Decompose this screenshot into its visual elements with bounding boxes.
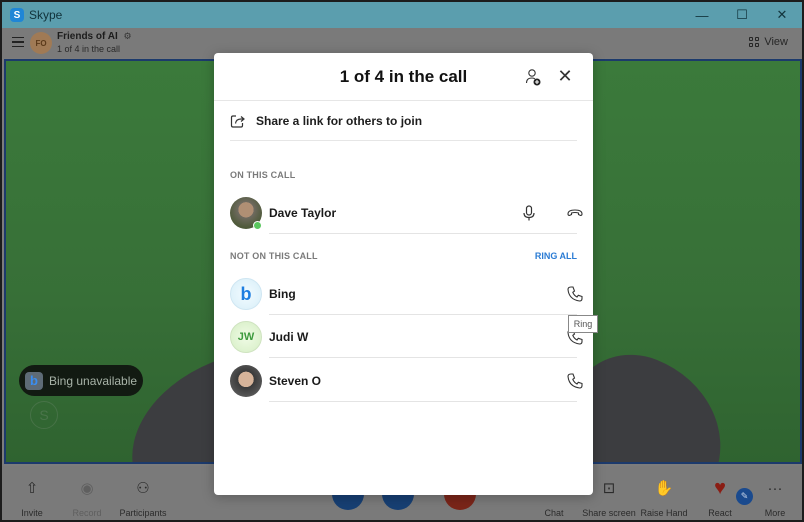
share-up-icon: ⇧ [25,480,39,497]
group-name-text: Friends of AI [57,31,118,42]
bing-icon: b [25,371,43,390]
on-call-header: ON THIS CALL [230,170,296,180]
avatar [230,365,262,397]
dialog-header: 1 of 4 in the call ✕ [214,53,593,101]
participant-name: Dave Taylor [269,206,337,220]
raise-hand-label: Raise Hand [640,508,688,518]
close-window-button[interactable]: ✕ [762,2,802,28]
react-label: React [708,508,732,518]
microphone-icon[interactable] [520,204,538,222]
participant-row[interactable]: b Bing [230,278,583,322]
participants-dialog: 1 of 4 in the call ✕ Share a link for ot… [214,53,593,495]
skype-watermark-icon: S [30,401,58,429]
menu-icon[interactable] [12,37,24,47]
participant-row[interactable]: Dave Taylor [230,197,583,241]
avatar: JW [230,321,262,353]
divider [269,401,577,402]
participant-name: Bing [269,287,296,301]
not-on-call-header: NOT ON THIS CALL [230,251,318,261]
title-bar: S Skype — ☐ ✕ [2,2,802,28]
participant-row[interactable]: JW Judi W [230,321,583,365]
group-name[interactable]: Friends of AI ⚙ [57,31,132,42]
hand-icon: ✋ [654,480,674,497]
divider [269,357,577,358]
group-avatar[interactable]: FO [30,32,52,54]
participant-name: Steven O [269,374,322,388]
share-link-label: Share a link for others to join [256,114,423,128]
close-dialog-button[interactable]: ✕ [555,66,575,86]
participants-button[interactable]: ⚇ Participants [119,466,167,520]
record-icon: ◉ [80,480,94,497]
invite-button[interactable]: ⇧ Invite [16,466,48,520]
phone-icon[interactable] [566,372,584,390]
app-title: Skype [29,8,63,22]
invite-label: Invite [21,508,43,518]
minimize-button[interactable]: — [682,2,722,28]
edit-reaction-icon[interactable]: ✎ [736,488,753,505]
participant-name: Judi W [269,330,309,344]
more-icon: ··· [767,479,783,497]
divider [269,233,577,234]
gear-icon[interactable]: ⚙ [124,31,132,41]
maximize-button[interactable]: ☐ [722,2,762,28]
more-label: More [764,508,786,518]
chat-label: Chat [544,508,564,518]
grid-icon [749,37,760,47]
divider [269,314,577,315]
participants-icon: ⚇ [136,480,150,497]
add-person-icon[interactable] [525,68,541,86]
view-label: View [764,36,788,48]
share-screen-label: Share screen [582,508,636,518]
react-button[interactable]: ♥ React [706,466,734,520]
more-button[interactable]: ··· More [762,466,788,520]
record-label: Record [72,508,102,518]
raise-hand-button[interactable]: ✋ Raise Hand [640,466,688,520]
ring-tooltip: Ring [568,315,598,333]
share-link-button[interactable]: Share a link for others to join [230,111,577,141]
window-controls: — ☐ ✕ [682,2,802,28]
ring-all-button[interactable]: RING ALL [535,251,577,261]
online-status-icon [253,221,262,230]
share-icon [230,115,245,128]
participants-label: Participants [119,508,167,518]
skype-window: S Skype — ☐ ✕ FO Friends of AI ⚙ 1 of 4 … [0,0,804,522]
view-button[interactable]: View [749,36,788,48]
record-button[interactable]: ◉ Record [70,466,104,520]
heart-icon: ♥ [714,476,726,499]
share-screen-icon: ⊡ [602,480,616,497]
bing-unavailable-text: Bing unavailable [49,373,138,388]
skype-logo-icon: S [10,8,24,22]
participant-row[interactable]: Steven O [230,365,583,409]
call-status: 1 of 4 in the call [57,44,121,54]
bing-unavailable-notice: b Bing unavailable [19,365,143,396]
hang-up-icon[interactable] [566,204,584,222]
phone-icon[interactable] [566,285,584,303]
bing-avatar: b [230,278,262,310]
